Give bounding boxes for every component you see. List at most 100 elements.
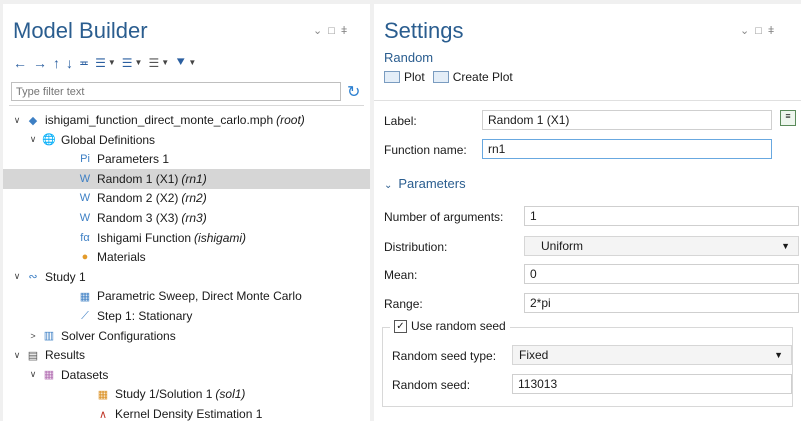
tree-item-label: Materials bbox=[97, 250, 146, 265]
model-builder-toolbar: ← → ↑ ↓ ≖ ☰ ▼ ☰ ▼ ☰ ▼ ⯆ ▼ bbox=[13, 54, 196, 71]
parametric-sweep-icon: ▦ bbox=[79, 290, 91, 303]
chevron-down-icon[interactable]: ∨ bbox=[11, 271, 23, 282]
model-builder-panel: Model Builder ⌄□ǂ ← → ↑ ↓ ≖ ☰ ▼ ☰ ▼ ☰ ▼ ⯆ ▼ … bbox=[3, 4, 370, 421]
seed-label: Random seed: bbox=[392, 378, 471, 392]
pin-icon[interactable]: ǂ bbox=[341, 25, 353, 37]
divider bbox=[9, 105, 364, 106]
chevron-down-icon[interactable]: ⌄ bbox=[313, 25, 328, 37]
tree-item-label: Parameters 1 bbox=[97, 152, 170, 167]
use-random-seed-label: Use random seed bbox=[411, 319, 506, 333]
plot-icon[interactable] bbox=[384, 71, 400, 83]
filter-input[interactable] bbox=[11, 82, 341, 101]
materials-icon: ● bbox=[81, 251, 89, 264]
range-input[interactable]: 2*pi bbox=[524, 293, 799, 313]
tree-item[interactable]: ∨ ∾ Study 1 bbox=[11, 267, 86, 287]
function-name-input[interactable]: rn1 bbox=[482, 139, 772, 159]
seed-input[interactable]: 113013 bbox=[512, 374, 792, 394]
tree-item[interactable]: ● Materials bbox=[63, 247, 146, 267]
tree-item-label: Random 1 (X1) bbox=[97, 171, 179, 186]
seed-type-select[interactable]: Fixed ▼ bbox=[512, 345, 792, 365]
arrow-up-icon[interactable]: ↑ bbox=[53, 55, 60, 71]
seed-type-label: Random seed type: bbox=[392, 349, 497, 363]
stationary-step-icon: ⟋ bbox=[81, 309, 89, 322]
maximize-icon[interactable]: □ bbox=[328, 25, 341, 37]
list-icon[interactable]: ☰ bbox=[122, 56, 133, 70]
tree-item[interactable]: ∨ ◆ ishigami_function_direct_monte_carlo.m… bbox=[11, 110, 305, 130]
use-random-seed-checkbox[interactable]: ✓ Use random seed bbox=[390, 319, 510, 333]
chevron-down-icon[interactable]: ∨ bbox=[11, 350, 23, 361]
tree-item-label: Datasets bbox=[61, 367, 109, 382]
tree-item-tag: (root) bbox=[276, 113, 305, 127]
settings-title: Settings bbox=[384, 18, 464, 43]
random-function-icon: W bbox=[79, 192, 91, 205]
arrow-left-icon[interactable]: ← bbox=[13, 55, 27, 71]
tree-item-tag: (rn3) bbox=[181, 211, 207, 225]
chevron-down-icon[interactable]: ▼ bbox=[135, 58, 143, 67]
tree-item[interactable]: ▦ Parametric Sweep, Direct Monte Carlo bbox=[63, 286, 302, 306]
tree-item-label: ishigami_function_direct_monte_carlo.mph bbox=[45, 113, 274, 127]
tree-item-label: Solver Configurations bbox=[61, 328, 176, 343]
parameters-section-title: Parameters bbox=[398, 176, 466, 191]
mean-input[interactable]: 0 bbox=[524, 264, 799, 284]
parameters-section-header[interactable]: ⌄ Parameters bbox=[384, 176, 466, 191]
create-plot-button[interactable]: Create Plot bbox=[453, 70, 513, 84]
num-args-input[interactable]: 1 bbox=[524, 206, 799, 226]
tree-item[interactable]: ▦ Study 1/Solution 1 (sol1) bbox=[81, 384, 246, 404]
chevron-down-icon[interactable]: ∨ bbox=[27, 134, 39, 145]
caret-down-icon: ▼ bbox=[781, 241, 790, 251]
tree-item-label: Global Definitions bbox=[61, 132, 156, 147]
label-field-label: Label: bbox=[384, 114, 417, 128]
solver-icon: ▥ bbox=[43, 330, 55, 343]
window-controls: ⌄□ǂ bbox=[740, 24, 780, 37]
settings-panel: Settings ⌄□ǂ Random Plot Create Plot Lab… bbox=[374, 4, 801, 421]
distribution-select[interactable]: Uniform ▼ bbox=[524, 236, 799, 256]
refresh-icon[interactable]: ↻ bbox=[347, 82, 360, 102]
tree-item[interactable]: > ▥ Solver Configurations bbox=[27, 326, 176, 346]
tree-item[interactable]: fα Ishigami Function (ishigami) bbox=[63, 228, 246, 248]
kde-icon: ∧ bbox=[98, 408, 108, 421]
plot-button[interactable]: Plot bbox=[404, 70, 425, 84]
caret-down-icon: ▼ bbox=[774, 350, 783, 360]
study-icon: ∾ bbox=[28, 271, 38, 284]
create-plot-icon[interactable] bbox=[432, 71, 449, 83]
funnel-icon[interactable]: ⯆ bbox=[175, 54, 186, 71]
menu-icon[interactable]: ☰ bbox=[148, 56, 159, 70]
chevron-down-icon[interactable]: ∨ bbox=[27, 369, 39, 380]
analytic-function-icon: fα bbox=[80, 231, 90, 244]
tree-item[interactable]: Pi Parameters 1 bbox=[63, 149, 169, 169]
chevron-down-icon[interactable]: ▼ bbox=[108, 58, 116, 67]
chevron-down-icon[interactable]: ∨ bbox=[11, 115, 23, 126]
chevron-right-icon[interactable]: > bbox=[27, 331, 39, 341]
tree-item[interactable]: W Random 3 (X3) (rn3) bbox=[63, 208, 207, 228]
mean-label: Mean: bbox=[384, 268, 418, 282]
arrow-down-icon[interactable]: ↓ bbox=[66, 55, 73, 71]
range-label: Range: bbox=[384, 297, 423, 311]
model-builder-title: Model Builder bbox=[13, 18, 148, 43]
divider bbox=[374, 100, 801, 101]
chevron-down-icon: ⌄ bbox=[384, 180, 393, 191]
random-function-icon: W bbox=[79, 212, 91, 224]
tree-item-tag: (rn1) bbox=[181, 171, 207, 186]
tree-item[interactable]: ∧ Kernel Density Estimation 1 bbox=[81, 404, 262, 421]
arrow-right-icon[interactable]: → bbox=[33, 55, 47, 71]
tree-item[interactable]: W Random 2 (X2) (rn2) bbox=[63, 188, 207, 208]
label-input[interactable]: Random 1 (X1) bbox=[482, 110, 772, 130]
maximize-icon[interactable]: □ bbox=[755, 25, 768, 37]
checkmark-icon: ✓ bbox=[394, 319, 407, 333]
tree-item[interactable]: ⟋ Step 1: Stationary bbox=[63, 306, 192, 326]
tree-item[interactable]: ∨ ▤ Results bbox=[11, 345, 85, 365]
note-icon[interactable]: ≡ bbox=[780, 110, 796, 126]
chevron-down-icon[interactable]: ▼ bbox=[161, 58, 169, 67]
tree-item[interactable]: ∨ 🌐 Global Definitions bbox=[27, 130, 155, 150]
collapse-icon[interactable]: ≖ bbox=[79, 56, 89, 70]
tree-item[interactable]: ∨ ▦ Datasets bbox=[27, 365, 109, 385]
pin-icon[interactable]: ǂ bbox=[768, 25, 780, 37]
parameters-icon: Pi bbox=[80, 153, 90, 166]
tree-item[interactable]: W Random 1 (X1) (rn1) bbox=[3, 168, 370, 189]
seed-type-value: Fixed bbox=[519, 348, 549, 362]
settings-subtitle: Random bbox=[384, 50, 434, 65]
distribution-value: Uniform bbox=[541, 239, 584, 253]
chevron-down-icon[interactable]: ⌄ bbox=[740, 25, 755, 37]
chevron-down-icon[interactable]: ▼ bbox=[188, 58, 196, 67]
show-more-icon[interactable]: ☰ bbox=[95, 56, 106, 70]
